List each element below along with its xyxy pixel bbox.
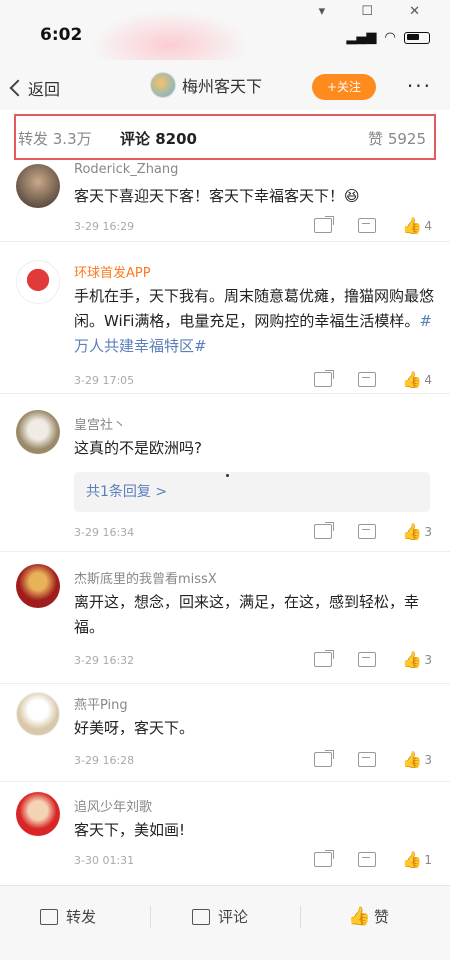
comment-time: 3-30 01:31 [74,854,135,867]
repost-label: 转发 [66,908,97,926]
comment-author[interactable]: Roderick_Zhang [74,162,178,177]
list-item: 杰斯底里的我曾看missX 离开这，想念，回来这，满足，在这，感到轻松，幸福。 … [0,552,450,684]
list-item: 环球首发APP 手机在手，天下我有。周末随意葛优瘫，撸猫网购最悠闲。WiFi满格… [0,242,450,394]
comment-author[interactable]: 环球首发APP [74,262,151,281]
comment-actions: 👍 1 [288,850,432,868]
share-icon[interactable] [314,370,335,387]
reply-thread-link[interactable]: 共1条回复 > [74,472,430,512]
tab-like[interactable]: 赞 5925 [368,128,426,149]
comment-author[interactable]: 追风少年刘歌 [74,796,152,815]
share-icon[interactable] [314,522,335,539]
wifi-icon: ◠ [384,30,396,45]
comment-author[interactable]: 皇宫社丶 [74,414,126,433]
comment-icon[interactable] [358,652,377,667]
comment-actions: 👍 4 [288,216,432,234]
like-button[interactable]: 👍 赞 [348,906,389,927]
more-options-icon[interactable]: ··· [407,74,432,98]
like-count: 1 [424,852,432,867]
window-controls[interactable]: ▾ ☐ ✕ [319,4,436,19]
share-icon [40,908,58,925]
nav-bar: 返回 梅州客天下 +关注 ··· [0,60,450,110]
status-time: 6:02 [40,25,83,45]
like-count: 4 [424,218,432,233]
comment-text: 手机在手，天下我有。周末随意葛优瘫，撸猫网购最悠闲。WiFi满格，电量充足，网购… [74,284,434,359]
avatar [150,72,176,98]
comment-icon[interactable] [358,752,377,767]
thumbs-up-icon[interactable]: 👍 [402,218,422,234]
tab-bar: 转发 3.3万 评论 8200 赞 5925 [14,114,436,160]
share-icon[interactable] [314,850,335,867]
comment-time: 3-29 16:34 [74,526,135,539]
comment-button[interactable]: 评论 [192,906,248,927]
bottom-toolbar: 转发 评论 👍 赞 [0,885,450,960]
back-button[interactable]: 返回 [9,76,61,100]
comment-text: 好美呀，客天下。 [74,719,195,737]
chevron-left-icon [9,79,27,97]
avatar[interactable] [16,164,60,208]
divider [150,906,151,928]
like-count: 4 [424,372,432,387]
list-item: Roderick_Zhang 客天下喜迎天下客！客天下幸福客天下！😆 3-29 … [0,160,450,242]
comment-label: 评论 [218,908,249,926]
avatar[interactable] [16,410,60,454]
page-title: 梅州客天下 [182,77,263,96]
like-count: 3 [424,524,432,539]
comment-icon[interactable] [358,852,377,867]
like-count: 3 [424,752,432,767]
comment-actions: 👍 3 [288,650,432,668]
comment-actions: 👍 3 [288,522,432,540]
signal-icon: ▂▄▆ [346,30,377,45]
comment-icon [192,908,210,925]
comment-icon[interactable] [358,524,377,539]
comment-body: 手机在手，天下我有。周末随意葛优瘫，撸猫网购最悠闲。WiFi满格，电量充足，网购… [74,287,435,330]
thumbs-up-icon[interactable]: 👍 [402,852,422,868]
system-icons: ▂▄▆ ◠ [342,30,430,45]
share-icon[interactable] [314,750,335,767]
comment-time: 3-29 16:28 [74,754,135,767]
thumbs-up-icon: 👍 [348,905,371,927]
avatar[interactable] [16,564,60,608]
list-item: 追风少年刘歌 客天下，美如画! 3-30 01:31 👍 1 [0,782,450,885]
list-item: 燕平Ping 好美呀，客天下。 3-29 16:28 👍 3 [0,684,450,782]
avatar[interactable] [16,260,60,304]
cursor-dot [226,474,229,477]
battery-icon [404,31,430,44]
status-bar: 6:02 ▾ ☐ ✕ ▂▄▆ ◠ [0,0,450,80]
comment-icon[interactable] [358,218,377,233]
like-label: 赞 [374,908,390,926]
avatar[interactable] [16,792,60,836]
like-count: 3 [424,652,432,667]
follow-button[interactable]: +关注 [312,74,376,100]
divider [300,906,301,928]
comment-icon[interactable] [358,372,377,387]
account-header[interactable]: 梅州客天下 [150,72,262,98]
tab-repost[interactable]: 转发 3.3万 [18,128,92,149]
thumbs-up-icon[interactable]: 👍 [402,524,422,540]
list-item: 皇宫社丶 这真的不是欧洲吗? 共1条回复 > 3-29 16:34 👍 3 [0,394,450,552]
share-icon[interactable] [314,650,335,667]
comment-time: 3-29 16:29 [74,220,135,233]
thumbs-up-icon[interactable]: 👍 [402,752,422,768]
back-label: 返回 [28,80,61,99]
comment-time: 3-29 16:32 [74,654,135,667]
comment-author[interactable]: 燕平Ping [74,694,128,713]
comment-author[interactable]: 杰斯底里的我曾看missX [74,568,217,587]
repost-button[interactable]: 转发 [40,906,96,927]
comment-text: 客天下，美如画! [74,821,186,839]
comment-actions: 👍 3 [288,750,432,768]
avatar[interactable] [16,692,60,736]
comment-text: 这真的不是欧洲吗? [74,439,202,457]
comment-actions: 👍 4 [288,370,432,388]
thumbs-up-icon[interactable]: 👍 [402,372,422,388]
comment-text: 客天下喜迎天下客！客天下幸福客天下！😆 [74,187,360,205]
thumbs-up-icon[interactable]: 👍 [402,652,422,668]
comment-time: 3-29 17:05 [74,374,135,387]
comment-text: 离开这，想念，回来这，满足，在这，感到轻松，幸福。 [74,593,420,636]
tab-comment[interactable]: 评论 8200 [120,128,197,149]
share-icon[interactable] [314,216,335,233]
